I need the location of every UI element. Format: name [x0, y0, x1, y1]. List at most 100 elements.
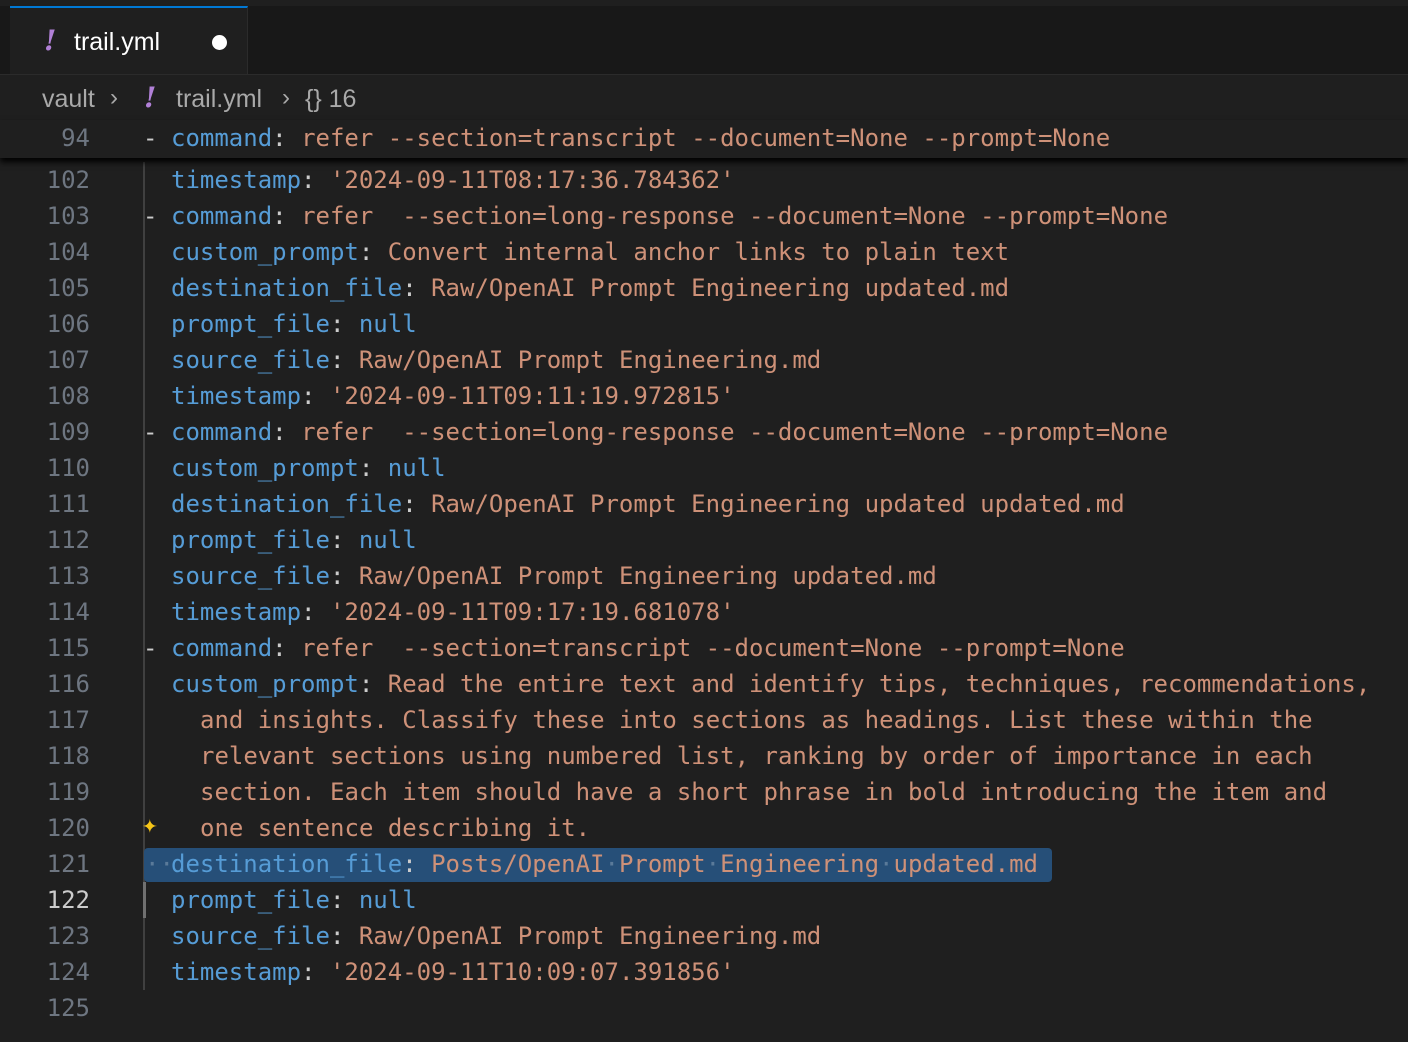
yaml-key: timestamp [171, 958, 302, 986]
code-line[interactable]: 122 prompt_file: null [0, 882, 1408, 918]
code-line[interactable]: 119 section. Each item should have a shor… [0, 774, 1408, 810]
yaml-key: destination_file [171, 490, 403, 518]
yaml-value: and insights. Classify these into sectio… [200, 706, 1313, 734]
yaml-key: custom_prompt [171, 238, 359, 266]
line-code: relevant sections using numbered list, r… [200, 742, 1313, 770]
line-code: source_file: Raw/OpenAI Prompt Engineeri… [171, 922, 822, 950]
line-number: 117 [46, 706, 90, 734]
yaml-exclamation-icon: ! [144, 81, 157, 114]
code-line[interactable]: 111 destination_file: Raw/OpenAI Prompt E… [0, 486, 1408, 522]
yaml-value: refer --section=transcript --document=No… [301, 634, 1125, 662]
code-line[interactable]: 103 - command: refer --section=long-respon… [0, 198, 1408, 234]
line-number: 94 [61, 124, 90, 152]
yaml-value: '2024-09-11T09:11:19.972815' [329, 382, 735, 410]
unsaved-dot-icon[interactable] [212, 35, 227, 50]
line-number: 124 [46, 958, 90, 986]
line-code: custom_prompt: Convert internal anchor l… [171, 238, 1010, 266]
line-number: 118 [46, 742, 90, 770]
line-number: 114 [46, 598, 90, 626]
yaml-key: custom_prompt [171, 670, 359, 698]
yaml-value: Raw/OpenAI Prompt Engineering updated up… [431, 490, 1125, 518]
yaml-value: Raw/OpenAI Prompt Engineering updated.md [431, 274, 1010, 302]
code-line[interactable]: 102 timestamp: '2024-09-11T08:17:36.78436… [0, 162, 1408, 198]
code-line[interactable]: 115 - command: refer --section=transcript … [0, 630, 1408, 666]
yaml-exclamation-icon: ! [44, 24, 57, 57]
code-editor[interactable]: 94 - command: refer --section=transcript… [0, 120, 1408, 1042]
yaml-value: section. Each item should have a short p… [200, 778, 1328, 806]
line-code: and insights. Classify these into sectio… [200, 706, 1313, 734]
list-dash: - [143, 202, 158, 230]
line-number: 115 [46, 634, 90, 662]
line-number: 104 [46, 238, 90, 266]
list-dash: - [143, 418, 158, 446]
line-number: 107 [46, 346, 90, 374]
code-line[interactable]: 120 one sentence describing it. [0, 810, 1408, 846]
code-line[interactable]: 107 source_file: Raw/OpenAI Prompt Engine… [0, 342, 1408, 378]
sparkle-icon[interactable]: ✦ [142, 810, 158, 840]
yaml-key: command [171, 634, 273, 662]
line-number: 111 [46, 490, 90, 518]
code-line[interactable]: 113 source_file: Raw/OpenAI Prompt Engine… [0, 558, 1408, 594]
code-line[interactable]: 123 source_file: Raw/OpenAI Prompt Engine… [0, 918, 1408, 954]
line-number: 105 [46, 274, 90, 302]
line-code: command: refer --section=long-response -… [171, 202, 1169, 230]
line-code: source_file: Raw/OpenAI Prompt Engineeri… [171, 346, 822, 374]
code-line[interactable]: 118 relevant sections using numbered list… [0, 738, 1408, 774]
editor-tab-strip: ! trail.yml [0, 6, 1408, 75]
yaml-value: Read the entire text and identify tips, … [387, 670, 1371, 698]
yaml-value: Raw/OpenAI Prompt Engineering.md [358, 922, 822, 950]
line-number: 125 [46, 994, 90, 1022]
line-number: 110 [46, 454, 90, 482]
line-code: prompt_file: null [171, 886, 417, 914]
breadcrumb: vault › ! trail.yml › {} 16 [0, 75, 1408, 123]
code-line[interactable]: 108 timestamp: '2024-09-11T09:11:19.97281… [0, 378, 1408, 414]
yaml-key: custom_prompt [171, 454, 359, 482]
code-line[interactable]: 110 custom_prompt: null [0, 450, 1408, 486]
line-number: 102 [46, 166, 90, 194]
code-line[interactable]: 124 timestamp: '2024-09-11T10:09:07.39185… [0, 954, 1408, 990]
line-number: 116 [46, 670, 90, 698]
breadcrumb-symbol[interactable]: {} 16 [305, 85, 356, 114]
line-code: one sentence describing it. [200, 814, 590, 842]
yaml-value: relevant sections using numbered list, r… [200, 742, 1313, 770]
sticky-scroll-header[interactable]: 94 - command: refer --section=transcript… [0, 120, 1408, 158]
yaml-value: refer --section=long-response --document… [301, 202, 1169, 230]
yaml-value: null [358, 526, 417, 554]
code-line[interactable]: 116 custom_prompt: Read the entire text a… [0, 666, 1408, 702]
yaml-value: null [358, 886, 417, 914]
code-line[interactable]: 117 and insights. Classify these into sec… [0, 702, 1408, 738]
sticky-code: command: refer --section=transcript --do… [171, 124, 1111, 152]
line-code: destination_file: Raw/OpenAI Prompt Engi… [171, 490, 1125, 518]
code-line[interactable]: 104 custom_prompt: Convert internal ancho… [0, 234, 1408, 270]
yaml-key: prompt_file [171, 886, 330, 914]
line-number: 120 [46, 814, 90, 842]
code-line[interactable]: 114 timestamp: '2024-09-11T09:17:19.68107… [0, 594, 1408, 630]
line-code: custom_prompt: Read the entire text and … [171, 670, 1371, 698]
yaml-value: '2024-09-11T08:17:36.784362' [329, 166, 735, 194]
line-code: timestamp: '2024-09-11T08:17:36.784362' [171, 166, 735, 194]
yaml-key: command [171, 124, 273, 152]
yaml-value: '2024-09-11T09:17:19.681078' [329, 598, 735, 626]
line-code: command: refer --section=transcript --do… [171, 634, 1125, 662]
yaml-key: command [171, 202, 273, 230]
breadcrumb-folder[interactable]: vault [42, 85, 95, 114]
tab-trail-yml[interactable]: ! trail.yml [10, 6, 248, 74]
code-line[interactable]: 105 destination_file: Raw/OpenAI Prompt E… [0, 270, 1408, 306]
line-number: 121 [46, 850, 90, 878]
code-line[interactable]: 106 prompt_file: null [0, 306, 1408, 342]
list-dash: - [143, 124, 158, 152]
yaml-key: timestamp [171, 166, 302, 194]
code-line[interactable]: 109 - command: refer --section=long-respon… [0, 414, 1408, 450]
line-number: 122 [46, 886, 90, 914]
chevron-right-icon: › [110, 84, 118, 111]
yaml-key: prompt_file [171, 526, 330, 554]
code-line[interactable]: 125 [0, 990, 1408, 1026]
tab-title: trail.yml [74, 28, 161, 56]
line-number: 123 [46, 922, 90, 950]
yaml-value: Convert internal anchor links to plain t… [387, 238, 1010, 266]
code-line[interactable]: 112 prompt_file: null [0, 522, 1408, 558]
line-code: command: refer --section=long-response -… [171, 418, 1169, 446]
active-indent-guide [143, 882, 146, 918]
breadcrumb-file[interactable]: trail.yml [176, 85, 262, 114]
code-line[interactable]: 121 ·· destination_file: Posts/OpenAI·Prom… [0, 846, 1408, 882]
